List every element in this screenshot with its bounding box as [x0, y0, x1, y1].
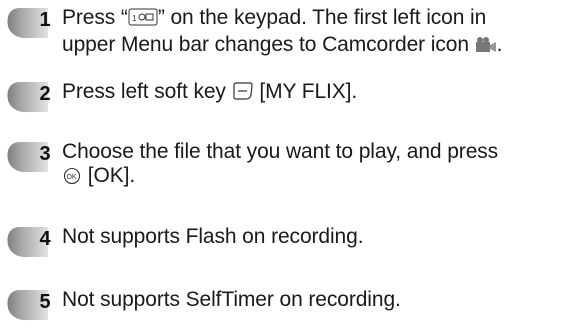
step-number: 5	[39, 291, 51, 313]
step-number: 1	[39, 9, 51, 31]
step-number: 2	[39, 83, 51, 105]
step-number: 4	[39, 228, 51, 250]
step-badge: 5	[4, 288, 51, 322]
step-badge: 1	[4, 6, 51, 40]
step-number: 3	[39, 143, 51, 165]
ok-key-icon: OK	[62, 167, 82, 191]
step-text: Press left soft key [MY FLIX].	[62, 80, 572, 107]
camcorder-key-icon: 1	[128, 7, 158, 33]
step-badge: 3	[4, 140, 51, 174]
svg-text:1: 1	[132, 14, 137, 23]
step-text: Not supports Flash on recording.	[62, 225, 364, 248]
step-text: Press “1” on the keypad. The first left …	[62, 6, 572, 60]
left-soft-key-icon	[232, 81, 254, 107]
svg-text:OK: OK	[67, 174, 77, 181]
camcorder-icon	[475, 36, 497, 60]
step-text: Not supports SelfTimer on recording.	[62, 288, 401, 311]
step-text: Choose the file that you want to play, a…	[62, 140, 572, 191]
step-badge: 2	[4, 80, 51, 114]
step-badge: 4	[4, 225, 51, 259]
